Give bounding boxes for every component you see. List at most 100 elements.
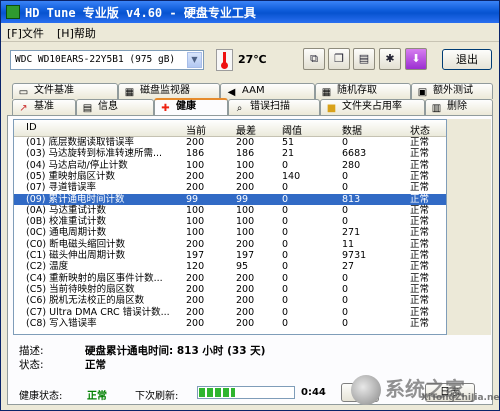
random-access-icon: ▦ <box>321 87 332 98</box>
table-cell-status: 正常 <box>410 182 430 194</box>
tab-random-access[interactable]: ▦ 随机存取 <box>315 83 411 99</box>
table-row[interactable]: (09) 累计通电时间计数 99 99 0 813 正常 <box>14 193 446 205</box>
folder-icon: ■ <box>326 103 337 114</box>
column-header-id[interactable]: ID <box>26 122 37 133</box>
save-icon: ▤ <box>358 52 370 65</box>
temperature-readout: 27℃ <box>238 53 267 66</box>
table-row[interactable]: (0C) 通电周期计数 100 100 0 271 正常 <box>14 227 446 238</box>
smart-attributes-table[interactable]: ID 当前 最差 阈值 数据 状态 (01) 底层数据读取错误率 200 200 51… <box>13 119 447 335</box>
tab-file-benchmark[interactable]: ▭ 文件基准 <box>12 83 118 99</box>
table-row[interactable]: (C0) 断电磁头缩回计数 200 200 0 11 正常 <box>14 239 446 250</box>
tab-folder-usage[interactable]: ■ 文件夹占用率 <box>320 99 425 115</box>
menu-file[interactable]: [F]文件 <box>7 25 44 41</box>
trash-icon: ▥ <box>431 103 442 114</box>
table-cell-cur: 200 <box>186 137 205 148</box>
table-row[interactable]: (C8) 写入错误率 200 200 0 0 正常 <box>14 318 446 329</box>
table-cell-worst: 197 <box>236 250 255 261</box>
table-row[interactable]: (05) 重映射扇区计数 200 200 140 0 正常 <box>14 171 446 182</box>
state-value: 正常 <box>85 359 106 371</box>
table-cell-status: 正常 <box>410 216 430 228</box>
table-row[interactable]: (C5) 当前待映射的扇区数 200 200 0 0 正常 <box>14 284 446 295</box>
table-cell-thr: 0 <box>282 216 289 228</box>
drive-select[interactable]: WDC WD10EARS-22Y5B1 (975 gB) ▼ <box>10 50 204 70</box>
table-row[interactable]: (C1) 磁头伸出周期计数 197 197 0 9731 正常 <box>14 250 446 261</box>
table-cell-worst: 200 <box>236 182 255 194</box>
chevron-down-icon[interactable]: ▼ <box>187 52 202 68</box>
table-cell-data: 0 <box>342 182 349 194</box>
download-button[interactable]: ⬇ <box>405 48 427 70</box>
copy-info-button[interactable]: ⧉ <box>303 48 325 70</box>
drive-select-value: WDC WD10EARS-22Y5B1 (975 gB) <box>15 54 176 65</box>
table-cell-id: (07) 寻道错误率 <box>26 182 97 194</box>
copy-all-button[interactable]: ❐ <box>328 48 350 70</box>
tab-benchmark[interactable]: ↗ 基准 <box>12 99 76 115</box>
table-row[interactable]: (01) 底层数据读取错误率 200 200 51 0 正常 <box>14 137 446 148</box>
table-cell-cur: 200 <box>186 317 205 329</box>
table-cell-data: 0 <box>342 283 349 295</box>
tab-error-scan[interactable]: ⌕ 错误扫描 <box>228 99 320 115</box>
tab-extra-tests[interactable]: ▣ 额外测试 <box>411 83 493 99</box>
table-row[interactable]: (C2) 温度 120 95 0 27 正常 <box>14 261 446 272</box>
tab-disk-monitor[interactable]: ▦ 磁盘监视器 <box>118 83 220 99</box>
table-cell-id: (C1) 磁头伸出周期计数 <box>26 250 126 261</box>
table-cell-status: 正常 <box>410 204 430 216</box>
table-cell-worst: 200 <box>236 170 255 182</box>
table-cell-cur: 197 <box>186 250 205 261</box>
table-cell-thr: 0 <box>282 261 289 273</box>
toolbar: WDC WD10EARS-22Y5B1 (975 gB) ▼ 27℃ ⧉ ❐ ▤… <box>1 42 499 76</box>
copy-all-icon: ❐ <box>334 52 344 65</box>
table-cell-status: 正常 <box>410 261 430 273</box>
table-cell-data: 11 <box>342 238 355 250</box>
tab-health[interactable]: ✚ 健康 <box>154 98 228 115</box>
description-value: 硬盘累计通电时间: 813 小时 (33 天) <box>85 345 266 357</box>
table-header: ID 当前 最差 阈值 数据 状态 <box>14 120 446 137</box>
table-cell-thr: 0 <box>282 238 289 250</box>
refresh-progress-bar <box>197 386 295 399</box>
table-row[interactable]: (07) 寻道错误率 200 200 0 0 正常 <box>14 182 446 193</box>
table-row[interactable]: (04) 马达启动/停止计数 100 100 0 280 正常 <box>14 160 446 171</box>
file-icon: ▭ <box>18 87 29 98</box>
table-cell-worst: 200 <box>236 137 255 148</box>
next-refresh-label: 下次刷新: <box>135 391 179 402</box>
watermark-url: XiTongZhiJia.net <box>421 393 500 403</box>
table-cell-worst: 100 <box>236 204 255 216</box>
table-cell-cur: 200 <box>186 182 205 194</box>
table-row[interactable]: (03) 马达旋转到标准转速所需... 186 186 21 6683 正常 <box>14 148 446 159</box>
table-cell-data: 0 <box>342 295 349 307</box>
table-cell-data: 0 <box>342 272 349 284</box>
tab-aam[interactable]: ◀ AAM <box>220 83 315 99</box>
table-cell-data: 9731 <box>342 250 367 261</box>
options-button[interactable]: ✱ <box>379 48 401 70</box>
table-cell-id: (0A) 马达重试计数 <box>26 204 106 216</box>
table-cell-id: (C6) 脱机无法校正的扇区数 <box>26 295 145 307</box>
table-cell-cur: 120 <box>186 261 205 273</box>
tab-erase[interactable]: ▥ 删除 <box>425 99 493 115</box>
exit-button[interactable]: 退出 <box>442 49 492 70</box>
table-cell-thr: 0 <box>282 306 289 318</box>
column-header-data[interactable]: 数据 <box>342 122 362 137</box>
table-cell-thr: 0 <box>282 204 289 216</box>
table-row[interactable]: (C7) Ultra DMA CRC 错误计数... 200 200 0 0 正常 <box>14 307 446 318</box>
menu-help[interactable]: [H]帮助 <box>57 25 96 41</box>
table-cell-id: (04) 马达启动/停止计数 <box>26 159 128 171</box>
table-cell-thr: 0 <box>282 159 289 171</box>
table-row[interactable]: (0B) 校准重试计数 100 100 0 0 正常 <box>14 216 446 227</box>
column-header-worst[interactable]: 最差 <box>236 122 256 137</box>
table-cell-id: (0C) 通电周期计数 <box>26 227 107 239</box>
title-bar[interactable]: HD Tune 专业版 v4.60 - 硬盘专业工具 <box>1 1 499 23</box>
table-row[interactable]: (C4) 重新映射的扇区事件计数... 200 200 0 0 正常 <box>14 273 446 284</box>
table-cell-thr: 51 <box>282 137 295 148</box>
column-header-status[interactable]: 状态 <box>410 122 430 137</box>
table-row[interactable]: (C6) 脱机无法校正的扇区数 200 200 0 0 正常 <box>14 295 446 306</box>
table-cell-thr: 21 <box>282 148 295 160</box>
table-cell-id: (01) 底层数据读取错误率 <box>26 137 135 148</box>
column-header-current[interactable]: 当前 <box>186 122 206 137</box>
save-button[interactable]: ▤ <box>353 48 375 70</box>
table-cell-status: 正常 <box>410 306 430 318</box>
table-row[interactable]: (0A) 马达重试计数 100 100 0 0 正常 <box>14 205 446 216</box>
table-cell-cur: 100 <box>186 216 205 228</box>
tab-info[interactable]: ▤ 信息 <box>76 99 154 115</box>
table-cell-data: 0 <box>342 204 349 216</box>
column-header-threshold[interactable]: 阈值 <box>282 122 302 137</box>
table-cell-worst: 200 <box>236 317 255 329</box>
